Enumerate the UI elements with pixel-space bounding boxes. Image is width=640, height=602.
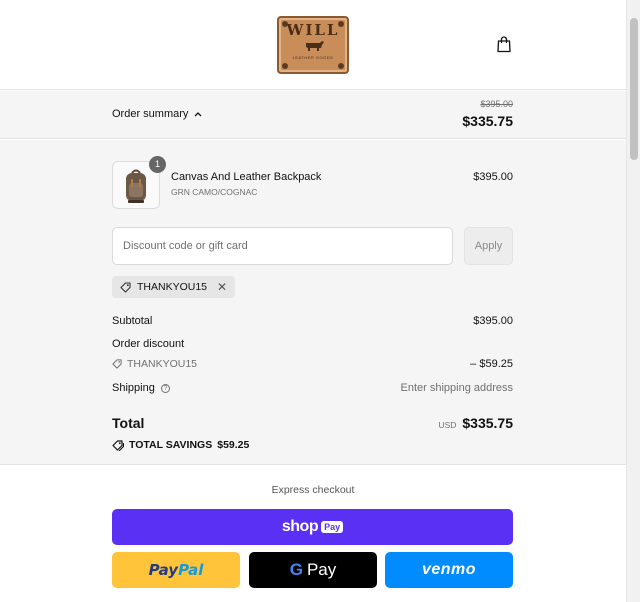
site-header: WILL LEATHER GOODS (0, 0, 626, 90)
apply-discount-button[interactable]: Apply (464, 227, 513, 265)
venmo-wordmark: venmo (421, 561, 477, 578)
product-variant: GRN CAMO/COGNAC (171, 187, 258, 197)
shipping-label-row: Shipping ? (112, 382, 170, 394)
order-discount-code: THANKYOU15 (112, 358, 197, 370)
scrollbar-thumb[interactable] (630, 18, 638, 160)
shop-pay-badge: Pay (321, 521, 344, 533)
help-icon[interactable]: ? (160, 384, 170, 393)
logo-stud (282, 63, 288, 69)
total-savings-value: $59.25 (217, 439, 250, 451)
shipping-value: Enter shipping address (400, 382, 513, 394)
order-summary-label: Order summary (112, 108, 189, 120)
order-summary-toggle[interactable]: Order summary (112, 108, 202, 120)
paypal-button[interactable]: Pay Pal (112, 552, 240, 588)
shop-pay-wordmark: shop (281, 518, 319, 535)
shopping-bag-icon[interactable] (496, 35, 512, 53)
total-amount: $335.75 (462, 415, 513, 431)
current-total: $335.75 (462, 113, 513, 129)
product-price: $395.00 (473, 171, 513, 183)
currency-code: USD (438, 420, 457, 430)
bull-icon (306, 41, 324, 51)
tag-icon (112, 359, 122, 369)
google-pay-text: Pay (306, 560, 337, 579)
google-g-icon: G (289, 560, 303, 579)
express-checkout-label: Express checkout (271, 484, 355, 496)
original-total: $395.00 (480, 99, 513, 109)
discount-amount: – $59.25 (470, 358, 513, 370)
shipping-label: Shipping (112, 382, 155, 394)
total-value: USD $335.75 (438, 415, 513, 431)
google-pay-button[interactable]: G Pay (249, 552, 377, 588)
shop-pay-button[interactable]: shop Pay (112, 509, 513, 545)
subtotal-label: Subtotal (112, 315, 153, 327)
product-name: Canvas And Leather Backpack (171, 171, 322, 183)
page-scrollbar[interactable] (626, 0, 640, 602)
logo-wordmark: WILL (286, 21, 340, 39)
discount-code-text: THANKYOU15 (127, 358, 198, 370)
chevron-up-icon (194, 112, 202, 117)
discount-code-input[interactable] (112, 227, 453, 265)
order-discount-label: Order discount (112, 338, 185, 350)
tag-icon (120, 281, 131, 293)
applied-discount-code: THANKYOU15 (137, 281, 208, 293)
total-savings-label: TOTAL SAVINGS (129, 439, 213, 451)
order-summary-bar: Order summary $395.00 $335.75 (0, 91, 626, 139)
paypal-wordmark-pal: Pal (178, 561, 204, 579)
logo-stud (338, 63, 344, 69)
backpack-icon (126, 169, 146, 203)
logo-subtitle: LEATHER GOODS (292, 55, 334, 60)
order-summary-panel: 1 Canvas And Leather Backpack GRN CAMO/C… (0, 140, 626, 465)
total-label: Total (112, 415, 145, 431)
applied-discount-chip: THANKYOU15 ✕ (112, 276, 236, 298)
quantity-badge: 1 (149, 156, 166, 173)
remove-discount-icon[interactable]: ✕ (217, 280, 227, 294)
paypal-wordmark-pay: Pay (148, 561, 179, 579)
store-logo[interactable]: WILL LEATHER GOODS (277, 16, 349, 74)
venmo-button[interactable]: venmo (385, 552, 513, 588)
subtotal-value: $395.00 (473, 315, 513, 327)
tags-icon (112, 439, 124, 451)
total-savings: TOTAL SAVINGS $59.25 (112, 439, 249, 451)
